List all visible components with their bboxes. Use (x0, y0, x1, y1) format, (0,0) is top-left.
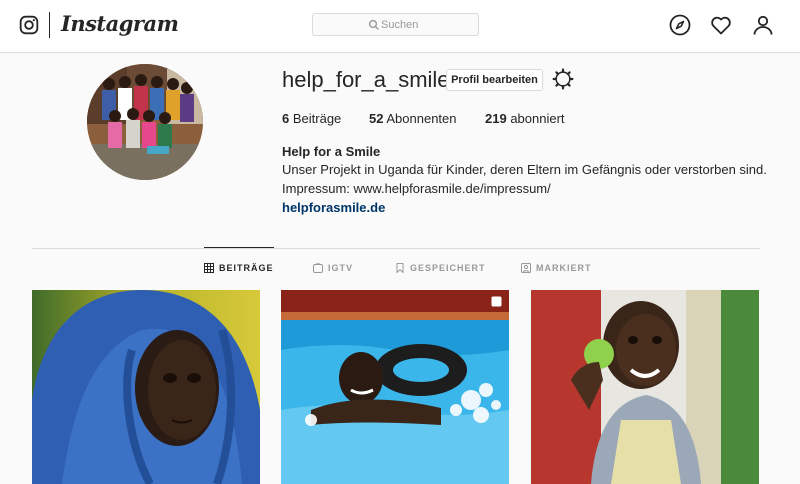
search-icon (368, 19, 379, 30)
multiple-posts-icon (491, 296, 502, 307)
post-image-swimming-pool (281, 290, 509, 484)
compass-icon[interactable] (668, 13, 692, 37)
settings-gear-icon[interactable] (552, 68, 574, 90)
person-icon[interactable] (751, 13, 775, 37)
followers-label: Abonnenten (386, 111, 457, 126)
profile-username: help_for_a_smile (282, 67, 450, 92)
top-nav-bar: Instagram (0, 0, 800, 53)
bio-website-link[interactable]: helpforasmile.de (282, 200, 385, 215)
tab-tagged[interactable]: MARKIERT (521, 248, 592, 288)
followers-stat[interactable]: 52 Abonnenten (369, 111, 457, 126)
followers-count: 52 (369, 111, 384, 126)
tab-label: MARKIERT (536, 263, 592, 273)
bio-full-name: Help for a Smile (282, 144, 381, 159)
post-thumbnail-3[interactable] (531, 290, 759, 484)
search-box[interactable] (312, 13, 479, 36)
posts-count: 6 (282, 111, 290, 126)
heart-icon[interactable] (709, 13, 733, 37)
following-stat[interactable]: 219 abonniert (485, 111, 565, 126)
tag-person-icon (521, 263, 531, 273)
igtv-icon (313, 263, 323, 273)
post-image-towel-child (32, 290, 260, 484)
tab-label: GESPEICHERT (410, 263, 486, 273)
tab-igtv[interactable]: IGTV (313, 248, 353, 288)
post-image-boy-with-ball (531, 290, 759, 484)
post-thumbnail-1[interactable] (32, 290, 260, 484)
tab-saved[interactable]: GESPEICHERT (395, 248, 486, 288)
profile-avatar[interactable] (87, 64, 203, 180)
post-thumbnail-2[interactable] (281, 290, 509, 484)
following-label: abonniert (510, 111, 565, 126)
tab-posts[interactable]: BEITRÄGE (204, 247, 274, 287)
avatar-group-photo (87, 64, 203, 180)
posts-label: Beiträge (292, 111, 342, 126)
bio-text-line-2: Impressum: www.helpforasmile.de/impressu… (282, 181, 551, 196)
instagram-wordmark[interactable]: Instagram (61, 11, 179, 36)
edit-profile-button[interactable]: Profil bearbeiten (446, 69, 543, 91)
following-count: 219 (485, 111, 507, 126)
search-input[interactable] (381, 17, 471, 33)
bookmark-icon (396, 263, 404, 273)
posts-stat: 6 Beiträge (282, 111, 341, 126)
instagram-glyph-icon[interactable] (19, 15, 39, 35)
nav-divider (49, 12, 50, 38)
grid-icon (204, 262, 214, 273)
tab-label: BEITRÄGE (219, 262, 274, 273)
bio-text-line-1: Unser Projekt in Uganda für Kinder, dere… (282, 162, 767, 177)
tab-label: IGTV (328, 263, 354, 273)
